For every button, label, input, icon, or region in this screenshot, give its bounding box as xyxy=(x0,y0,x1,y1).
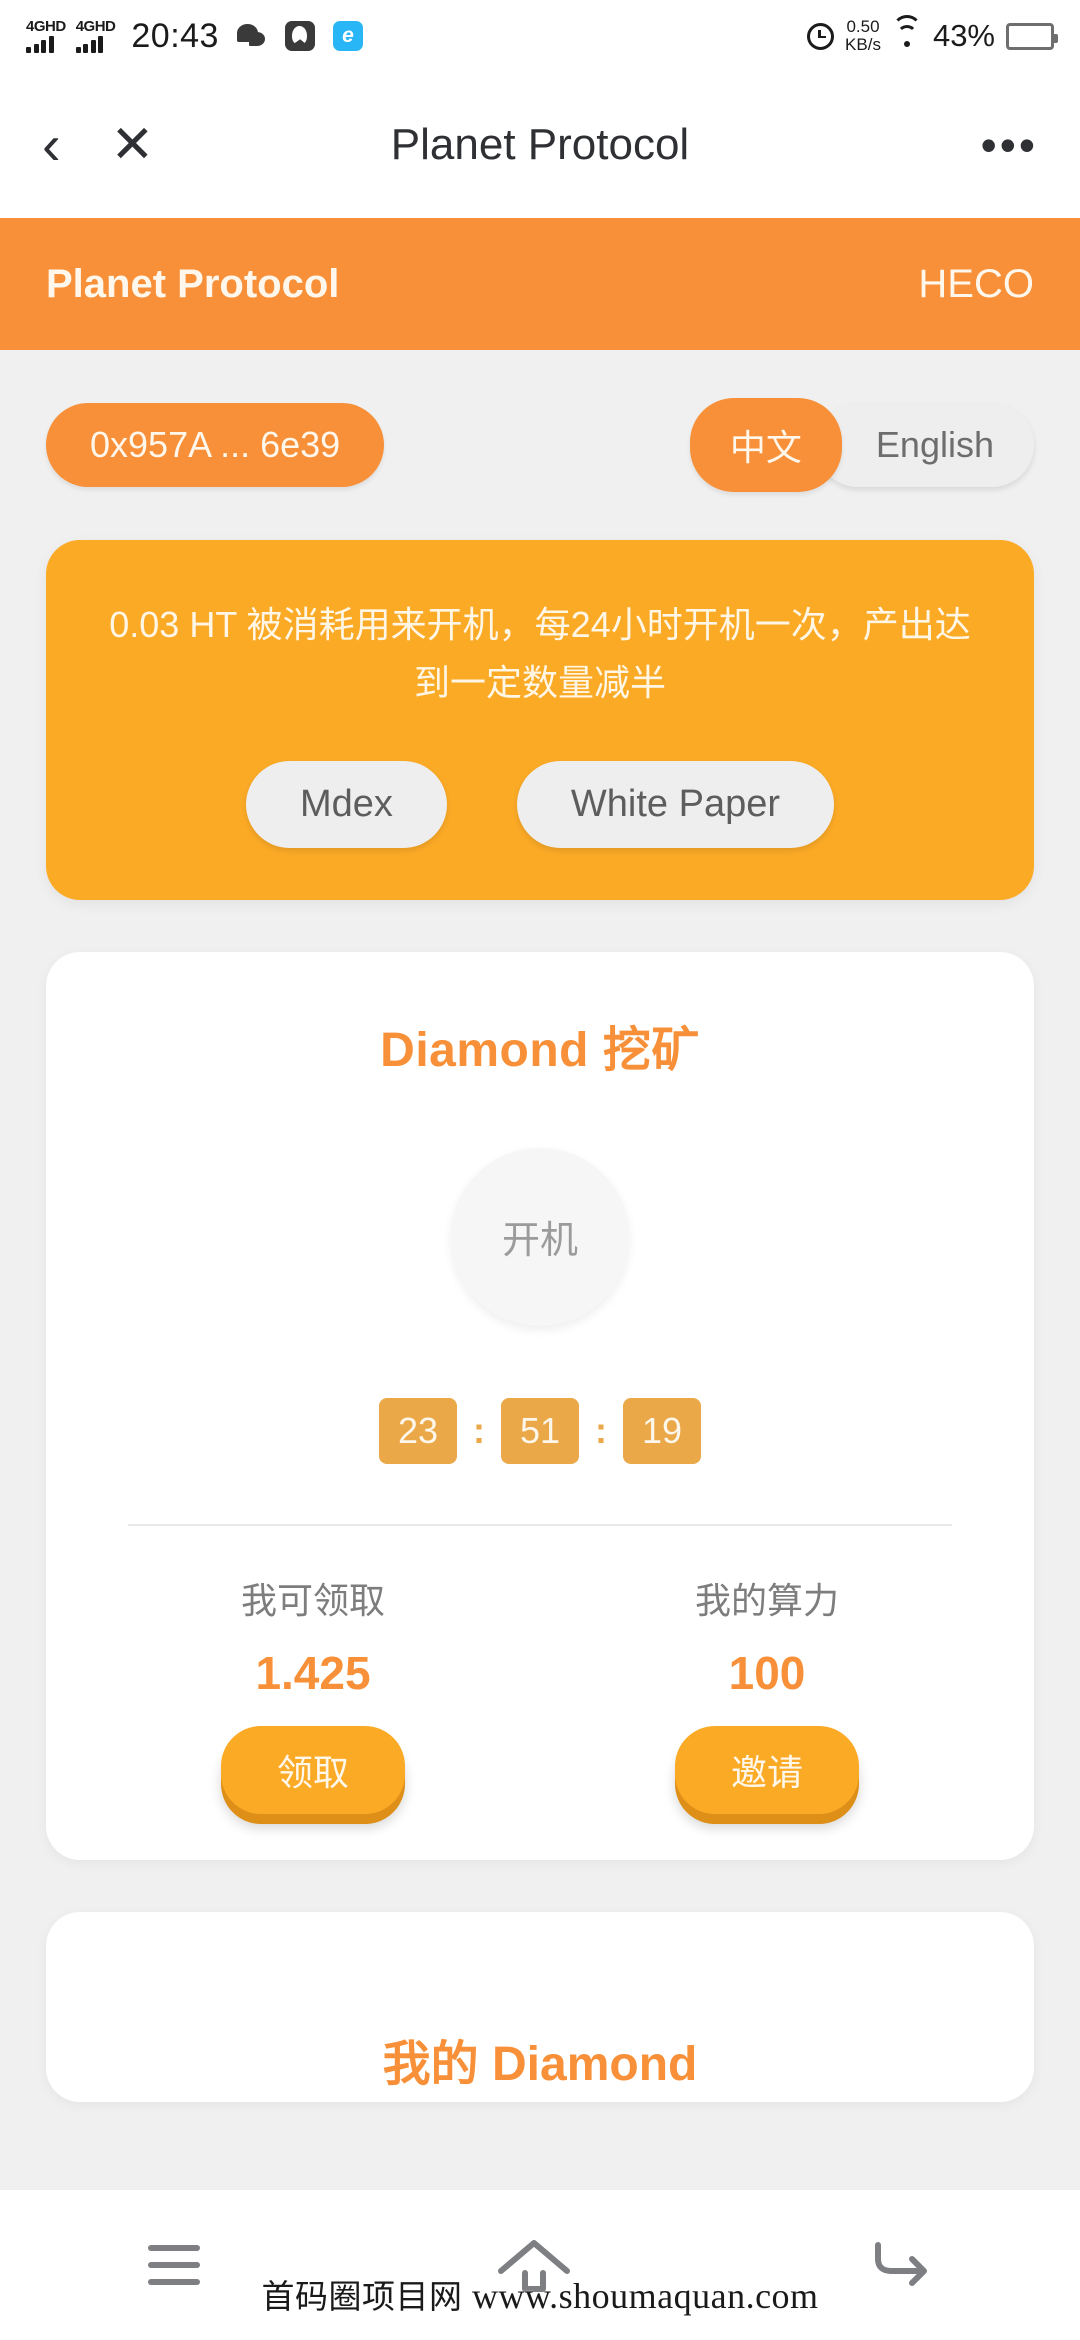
brand-bar: Planet Protocol HECO xyxy=(0,218,1080,350)
countdown-separator-2: : xyxy=(595,1409,607,1451)
wechat-icon xyxy=(236,21,267,51)
watermark: 首码圈项目网 www.shoumaquan.com xyxy=(0,2270,1080,2318)
wallet-address-button[interactable]: 0x957A ... 6e39 xyxy=(46,403,385,487)
power-button-wrap: 开机 xyxy=(86,1147,994,1326)
blue-e-app-icon xyxy=(332,21,363,51)
card-divider xyxy=(128,1523,952,1526)
network-speed-unit: KB/s xyxy=(845,35,881,54)
phone-screen: 4GHD 4GHD 20:43 0.50 KB/s 43% xyxy=(0,0,1080,2340)
mdex-button[interactable]: Mdex xyxy=(245,760,447,848)
stat-hashrate-value: 100 xyxy=(728,1646,806,1699)
signal-indicator-2: 4GHD xyxy=(75,18,116,53)
signal-label-1: 4GHD xyxy=(26,18,66,35)
info-card-text: 0.03 HT 被消耗用来开机，每24小时开机一次，产出达到一定数量减半 xyxy=(109,604,971,704)
language-option-chinese[interactable]: 中文 xyxy=(689,398,842,492)
status-bar: 4GHD 4GHD 20:43 0.50 KB/s 43% xyxy=(0,0,1080,72)
wifi-icon xyxy=(891,15,922,49)
countdown-timer: 23 : 51 : 19 xyxy=(86,1397,994,1464)
countdown-minutes: 51 xyxy=(501,1397,579,1464)
stat-claimable-value: 1.425 xyxy=(255,1646,371,1699)
watermark-url: www.shoumaquan.com xyxy=(471,2276,819,2316)
stat-hashrate: 我的算力 100 邀请 xyxy=(540,1572,994,1814)
network-speed-value: 0.50 xyxy=(846,17,880,37)
mining-card-title: Diamond 挖矿 xyxy=(380,1023,700,1077)
countdown-separator-1: : xyxy=(473,1409,485,1451)
alarm-icon xyxy=(807,22,835,50)
signal-bars-icon-1 xyxy=(26,36,54,53)
stat-claimable-label: 我可领取 xyxy=(240,1579,385,1621)
stat-claimable-action: 领取 xyxy=(86,1725,540,1814)
countdown-seconds: 19 xyxy=(623,1397,701,1464)
stats-row: 我可领取 1.425 领取 我的算力 100 邀请 xyxy=(86,1572,994,1814)
white-paper-button[interactable]: White Paper xyxy=(516,760,834,848)
stat-hashrate-label: 我的算力 xyxy=(694,1579,839,1621)
close-icon[interactable]: ✕ xyxy=(111,119,155,171)
status-clock: 20:43 xyxy=(131,16,219,55)
battery-icon xyxy=(1006,22,1058,50)
back-arrow-icon[interactable]: ‹ xyxy=(42,117,61,173)
network-speed: 0.50 KB/s xyxy=(845,18,881,54)
status-bar-left: 4GHD 4GHD 20:43 xyxy=(26,17,363,56)
page-title: Planet Protocol xyxy=(390,120,690,169)
invite-button[interactable]: 邀请 xyxy=(674,1725,859,1814)
mining-card: Diamond 挖矿 开机 23 : 51 : 19 我可领取 1.425 领取 xyxy=(46,951,1034,1860)
language-option-english[interactable]: English xyxy=(815,403,1034,487)
info-card: 0.03 HT 被消耗用来开机，每24小时开机一次，产出达到一定数量减半 Mde… xyxy=(46,540,1034,900)
signal-label-2: 4GHD xyxy=(75,18,116,35)
more-options-icon[interactable]: ••• xyxy=(981,122,1038,168)
webview-content: Planet Protocol HECO 0x957A ... 6e39 Eng… xyxy=(0,218,1080,2190)
watermark-cn: 首码圈项目网 xyxy=(261,2277,463,2316)
stat-claimable: 我可领取 1.425 领取 xyxy=(86,1572,540,1814)
stat-hashrate-action: 邀请 xyxy=(540,1725,994,1814)
brand-name: Planet Protocol xyxy=(46,261,340,306)
signal-bars-icon-2 xyxy=(75,36,104,53)
signal-indicator-1: 4GHD xyxy=(26,19,66,53)
countdown-hours: 23 xyxy=(379,1397,457,1464)
browser-nav-bar: ‹ ✕ Planet Protocol ••• xyxy=(0,72,1080,218)
status-bar-right: 0.50 KB/s 43% xyxy=(807,15,1058,54)
my-diamond-card: 我的 Diamond xyxy=(46,1911,1034,2102)
account-language-row: 0x957A ... 6e39 English 中文 xyxy=(0,398,1080,492)
power-on-button[interactable]: 开机 xyxy=(451,1147,629,1326)
dark-app-icon xyxy=(284,21,315,51)
battery-percent: 43% xyxy=(932,18,995,53)
my-diamond-card-title: 我的 Diamond xyxy=(382,2037,698,2091)
claim-button[interactable]: 领取 xyxy=(220,1725,405,1814)
info-card-buttons: Mdex White Paper xyxy=(94,760,986,848)
network-badge[interactable]: HECO xyxy=(918,262,1034,307)
language-toggle-group: English 中文 xyxy=(689,398,1034,492)
